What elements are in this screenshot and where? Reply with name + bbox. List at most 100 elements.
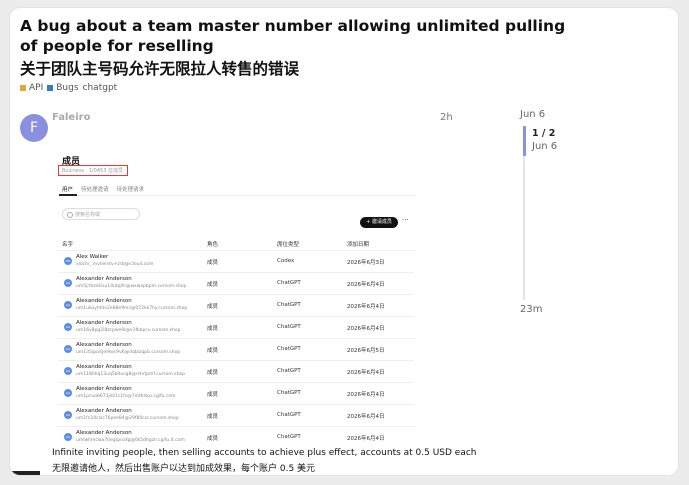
member-avatar: AA [64, 323, 72, 331]
tab-pending-invites: 待处理邀请 [81, 187, 109, 193]
member-role: 成员 [207, 348, 219, 354]
members-count-highlight: Business · 1/0453 位成员 [58, 165, 128, 176]
member-email: um1ukuyhhtx2e88e9mc@072kk7hy.cursom.shop [76, 306, 188, 311]
member-email: um1pcuob673jdz1c1fs@7mthrbxi.cgifu.com [76, 394, 176, 399]
member-date: 2026年6月4日 [347, 304, 385, 310]
member-name: Alexander Anderson [76, 408, 132, 414]
member-email: um5jrfezeGsu14utqifc@wxwxpbpm.cursom.sho… [76, 284, 187, 289]
tab-pending-requests: 待处理请求 [116, 187, 145, 193]
table-row: AW Alex Walker xlochi_.mvilen4v+zrb@iclo… [58, 250, 414, 272]
member-email: umlwhmcwa70egtpnafg@0k5dhgzlr.cgifu.it.c… [76, 438, 185, 443]
member-date: 2026年6月4日 [347, 392, 385, 398]
member-seat: ChatGPT [277, 346, 301, 352]
member-date: 2026年6月5日 [347, 348, 385, 354]
member-email: um135guvtjei9wc9v6@dqbizqpb.cursom.shop [76, 350, 181, 355]
member-avatar: AA [64, 389, 72, 397]
table-row: AA Alexander Anderson um1pcuob673jdz1c1f… [58, 382, 414, 404]
member-seat: Codex [277, 258, 295, 264]
topic-title[interactable]: A bug about a team master number allowin… [20, 16, 580, 56]
member-date: 2026年6月4日 [347, 326, 385, 332]
table-row: AA Alexander Anderson umlwhmcwa70egtpnaf… [58, 426, 414, 448]
member-role: 成员 [207, 304, 219, 310]
post-screenshot-image[interactable]: 成员 Business · 1/0453 位成员 用户 待处理邀请 待处理请求 … [56, 148, 416, 443]
column-date-added: 添加日期 [347, 242, 370, 248]
member-name: Alexander Anderson [76, 298, 132, 304]
timeline-end-age[interactable]: 23m [520, 304, 542, 315]
member-seat: ChatGPT [277, 434, 301, 440]
member-email: um118hhq13uq5b0usg8@rstvtpmf.cursom.shop [76, 372, 186, 377]
member-seat: ChatGPT [277, 324, 301, 330]
member-avatar: AA [64, 345, 72, 353]
timeline-position: 1 / 2 [532, 128, 556, 139]
post-body-text: Infinite inviting people, then selling a… [52, 448, 477, 458]
table-row: AA Alexander Anderson um1ukuyhhtx2e88e9m… [58, 294, 414, 316]
member-name: Alexander Anderson [76, 386, 132, 392]
column-seat-type: 席位类型 [277, 242, 300, 248]
member-email: xlochi_.mvilen4v+zrb@icloud.com [76, 262, 154, 267]
category-color-square [47, 85, 54, 91]
tab-users: 用户 [62, 187, 74, 193]
post-time[interactable]: 2h [440, 112, 453, 123]
member-role: 成员 [207, 260, 219, 266]
member-role: 成员 [207, 414, 219, 420]
timeline-current-date: Jun 6 [532, 141, 558, 152]
member-seat: ChatGPT [277, 390, 301, 396]
members-tabs: 用户 待处理邀请 待处理请求 [62, 185, 144, 193]
member-name: Alexander Anderson [76, 430, 132, 436]
timeline-start-date[interactable]: Jun 6 [520, 109, 545, 120]
member-seat: ChatGPT [277, 280, 301, 286]
member-date: 2026年6月4日 [347, 282, 385, 288]
active-tab-underline [59, 194, 77, 196]
category-tag-api[interactable]: API [20, 83, 43, 93]
column-name: 名字 [62, 242, 74, 248]
member-role: 成员 [207, 370, 219, 376]
member-name: Alexander Anderson [76, 276, 132, 282]
member-date: 2026年6月3日 [347, 260, 385, 266]
topic-title-translation: 关于团队主号码允许无限拉人转售的错误 [20, 60, 300, 78]
table-row: AA Alexander Anderson um16y8pg2i8zcpwe0i… [58, 316, 414, 338]
column-role: 角色 [207, 242, 219, 248]
member-date: 2026年6月4日 [347, 436, 385, 442]
bottom-edge-bar [10, 471, 40, 475]
invite-member-button: + 邀请成员 [360, 217, 398, 228]
table-row: AA Alexander Anderson um5jrfezeGsu14utqi… [58, 272, 414, 294]
member-role: 成员 [207, 282, 219, 288]
member-seat: ChatGPT [277, 412, 301, 418]
member-search-input: 搜索名称或 [62, 208, 140, 220]
table-row: AA Alexander Anderson um135guvtjei9wc9v6… [58, 338, 414, 360]
tab-divider [58, 195, 416, 196]
member-role: 成员 [207, 392, 219, 398]
member-avatar: AA [64, 279, 72, 287]
member-name: Alex Walker [76, 254, 109, 260]
member-email: um1fn10cslc76pee84@29f80csr.cursom.shop [76, 416, 179, 421]
member-email: um16y8pg2i8zcpwe0i@v1fkbpcv.cursom.shop [76, 328, 181, 333]
member-name: Alexander Anderson [76, 320, 132, 326]
member-seat: ChatGPT [277, 302, 301, 308]
avatar[interactable]: F [20, 114, 48, 142]
member-name: Alexander Anderson [76, 364, 132, 370]
member-avatar: AA [64, 367, 72, 375]
category-tag-bugs[interactable]: Bugs [47, 83, 79, 93]
member-date: 2026年6月4日 [347, 414, 385, 420]
post-username[interactable]: Faleiro [52, 112, 90, 123]
member-avatar: AA [64, 411, 72, 419]
search-icon [67, 212, 73, 218]
category-color-square [20, 85, 26, 91]
post-body-translation: 无限邀请他人，然后出售账户以达到加成效果，每个账户 0.5 美元 [52, 464, 316, 474]
member-role: 成员 [207, 436, 219, 442]
members-table-body: AW Alex Walker xlochi_.mvilen4v+zrb@iclo… [58, 250, 414, 448]
member-date: 2026年6月4日 [347, 370, 385, 376]
member-seat: ChatGPT [277, 368, 301, 374]
member-avatar: AA [64, 433, 72, 441]
tag-chatgpt[interactable]: chatgpt [83, 83, 118, 93]
member-role: 成员 [207, 326, 219, 332]
table-row: AA Alexander Anderson um118hhq13uq5b0usg… [58, 360, 414, 382]
member-avatar: AA [64, 301, 72, 309]
member-avatar: AW [64, 257, 72, 265]
topic-tags: API Bugs chatgpt [20, 83, 117, 93]
member-name: Alexander Anderson [76, 342, 132, 348]
topic-card: A bug about a team master number allowin… [10, 8, 678, 475]
more-options-icon: ··· [402, 216, 409, 224]
timeline-handle[interactable] [523, 126, 526, 156]
table-row: AA Alexander Anderson um1fn10cslc76pee84… [58, 404, 414, 426]
